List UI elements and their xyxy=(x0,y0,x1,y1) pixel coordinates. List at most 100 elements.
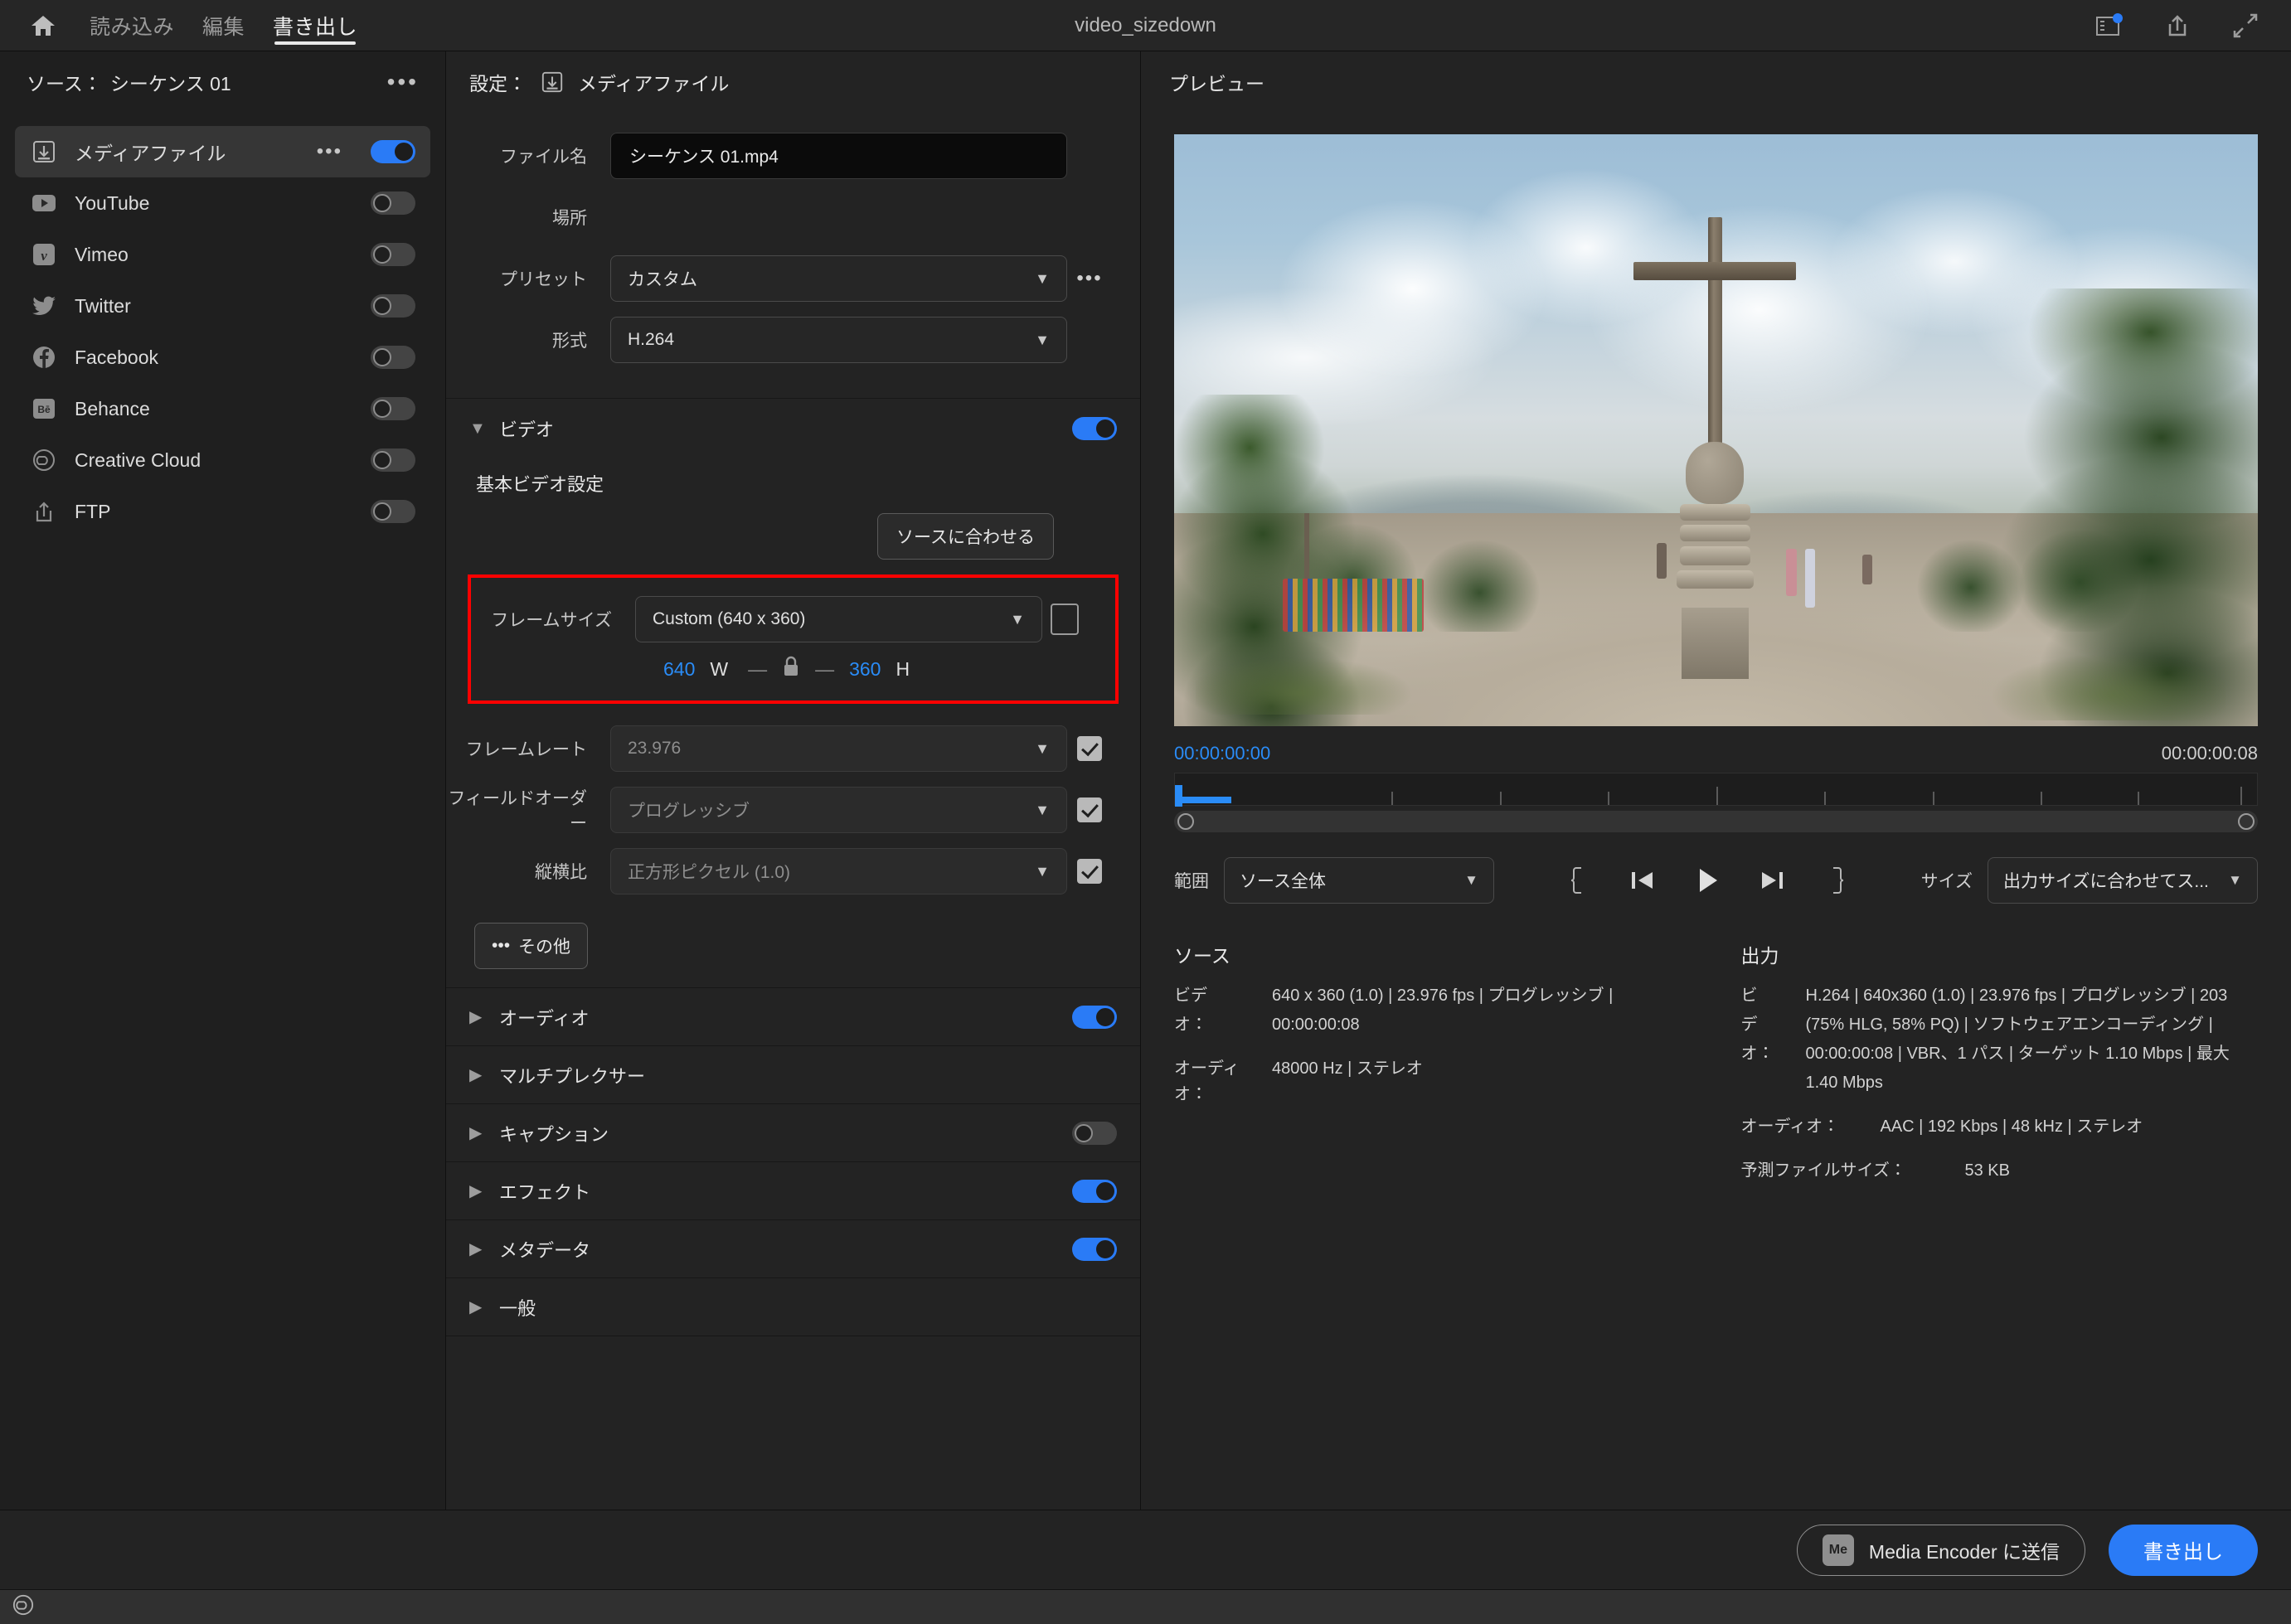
home-icon[interactable] xyxy=(25,7,61,44)
sidebar-item-twitter[interactable]: Twitter xyxy=(15,280,430,332)
section-metadata[interactable]: ▶ メタデータ xyxy=(446,1219,1140,1277)
range-select[interactable]: ソース全体 ▼ xyxy=(1224,857,1494,904)
chevron-right-icon: ▶ xyxy=(469,1008,483,1026)
premiere-export-window: 読み込み 編集 書き出し video_sizedown ソース： シーケンス 0… xyxy=(0,0,2291,1624)
format-select[interactable]: H.264 ▼ xyxy=(610,317,1067,363)
facebook-toggle[interactable] xyxy=(371,346,415,369)
step-back-icon[interactable] xyxy=(1623,860,1662,900)
size-value: 出力サイズに合わせてス... xyxy=(2003,872,2209,891)
field-order-select[interactable]: プログレッシブ ▼ xyxy=(610,787,1067,833)
export-button[interactable]: 書き出し xyxy=(2109,1524,2258,1576)
sidebar-item-creative-cloud[interactable]: Creative Cloud xyxy=(15,434,430,486)
out-point-icon[interactable] xyxy=(1817,860,1857,900)
timeline-scrollbar[interactable] xyxy=(1174,811,2258,832)
size-select[interactable]: 出力サイズに合わせてス... ▼ xyxy=(1988,857,2258,904)
pedestal-ring xyxy=(1676,570,1754,589)
youtube-toggle[interactable] xyxy=(371,191,415,215)
media-file-toggle[interactable] xyxy=(371,140,415,163)
media-file-options-menu[interactable]: ••• xyxy=(317,142,342,162)
match-source-button[interactable]: ソースに合わせる xyxy=(877,513,1054,560)
pedestal-ring xyxy=(1679,525,1750,542)
preset-select[interactable]: カスタム ▼ xyxy=(610,255,1067,302)
vimeo-toggle[interactable] xyxy=(371,243,415,266)
section-general[interactable]: ▶ 一般 xyxy=(446,1277,1140,1336)
sidebar-item-label: FTP xyxy=(75,500,111,522)
creative-cloud-toggle[interactable] xyxy=(371,448,415,472)
lock-closed-icon[interactable] xyxy=(782,656,800,682)
section-multiplexer[interactable]: ▶ マルチプレクサー xyxy=(446,1045,1140,1103)
frame-height-input[interactable]: 360 xyxy=(849,658,881,681)
transport-controls xyxy=(1558,860,1857,900)
video-section-toggle[interactable] xyxy=(1072,417,1117,440)
frame-rate-label: フレームレート xyxy=(465,740,587,759)
creative-cloud-icon[interactable] xyxy=(12,1594,35,1620)
timeline-handle-right[interactable] xyxy=(2238,813,2255,830)
video-section-header[interactable]: ▼ ビデオ xyxy=(446,399,1140,458)
tab-edit[interactable]: 編集 xyxy=(202,0,245,51)
basic-video-settings-label: 基本ビデオ設定 xyxy=(476,474,604,495)
creative-cloud-icon xyxy=(30,446,58,474)
preset-options-menu[interactable]: ••• xyxy=(1067,269,1112,288)
fullscreen-expand-icon[interactable] xyxy=(2228,8,2263,43)
range-label: 範囲 xyxy=(1174,872,1209,891)
match-source-row: ソースに合わせる xyxy=(446,505,1140,574)
frame-size-label: フレームサイズ xyxy=(491,611,612,630)
timeline-current-time[interactable]: 00:00:00:00 xyxy=(1174,743,1270,764)
video-section-title: ビデオ xyxy=(499,419,555,440)
frame-width-input[interactable]: 640 xyxy=(663,658,695,681)
timeline-range-bar xyxy=(1175,797,1231,803)
sidebar-item-ftp[interactable]: FTP xyxy=(15,486,430,537)
preview-panel: プレビュー 00:00:00:00 00:00:00:08 範囲 ソース全体 ▼… xyxy=(1141,51,2291,1510)
timeline-track[interactable] xyxy=(1174,773,2258,807)
effects-toggle[interactable] xyxy=(1072,1179,1117,1203)
sidebar-item-vimeo[interactable]: v Vimeo xyxy=(15,229,430,280)
settings-header: 設定： メディアファイル xyxy=(446,51,1140,113)
estimated-size-value: 53 KB xyxy=(1964,1161,2010,1180)
chevron-down-icon: ▼ xyxy=(1010,610,1025,628)
field-order-checkbox[interactable] xyxy=(1077,797,1102,822)
source-options-menu[interactable]: ••• xyxy=(387,70,419,94)
more-options-button[interactable]: ••• その他 xyxy=(474,923,589,969)
aspect-ratio-icon[interactable] xyxy=(1051,604,1079,635)
preview-controls: 範囲 ソース全体 ▼ サイズ 出力サイズに合わせてス... ▼ xyxy=(1141,832,2291,904)
estimated-size-key: 予測ファイルサイズ： xyxy=(1740,1161,1906,1180)
monument-pedestal xyxy=(1675,442,1755,679)
captions-toggle[interactable] xyxy=(1072,1121,1117,1145)
twitter-toggle[interactable] xyxy=(371,294,415,318)
frame-rate-checkbox[interactable] xyxy=(1077,736,1102,761)
metadata-toggle[interactable] xyxy=(1072,1237,1117,1261)
section-effects[interactable]: ▶ エフェクト xyxy=(446,1161,1140,1219)
cross-arm xyxy=(1633,261,1797,281)
step-forward-icon[interactable] xyxy=(1752,860,1792,900)
send-to-media-encoder-button[interactable]: Me Media Encoder に送信 xyxy=(1796,1524,2085,1576)
media-encoder-icon: Me xyxy=(1822,1534,1854,1566)
preview-video-frame[interactable] xyxy=(1174,134,2258,726)
sidebar-item-facebook[interactable]: Facebook xyxy=(15,332,430,383)
timeline-playhead[interactable] xyxy=(1175,785,1182,807)
more-row: ••• その他 xyxy=(446,906,1140,987)
section-audio[interactable]: ▶ オーディオ xyxy=(446,987,1140,1045)
vimeo-icon: v xyxy=(30,240,58,269)
sidebar-item-behance[interactable]: Bē Behance xyxy=(15,383,430,434)
play-icon[interactable] xyxy=(1687,860,1727,900)
tab-import[interactable]: 読み込み xyxy=(90,0,174,51)
frame-rate-select[interactable]: 23.976 ▼ xyxy=(610,725,1067,772)
filename-input[interactable]: シーケンス 01.mp4 xyxy=(610,133,1067,179)
aspect-select[interactable]: 正方形ピクセル (1.0) ▼ xyxy=(610,848,1067,894)
section-captions[interactable]: ▶ キャプション xyxy=(446,1103,1140,1161)
sidebar-item-youtube[interactable]: YouTube xyxy=(15,177,430,229)
aspect-checkbox[interactable] xyxy=(1077,859,1102,884)
audio-toggle[interactable] xyxy=(1072,1005,1117,1029)
output-video-key: ビ xyxy=(1740,987,1758,1005)
frame-size-row: フレームサイズ Custom (640 x 360) ▼ xyxy=(471,593,1115,646)
source-header: ソース： シーケンス 01 ••• xyxy=(0,51,445,113)
in-point-icon[interactable] xyxy=(1558,860,1598,900)
share-upload-icon[interactable] xyxy=(2160,8,2195,43)
ftp-toggle[interactable] xyxy=(371,500,415,523)
frame-size-select[interactable]: Custom (640 x 360) ▼ xyxy=(635,596,1042,642)
behance-toggle[interactable] xyxy=(371,397,415,420)
sidebar-item-media-file[interactable]: メディアファイル ••• xyxy=(15,126,430,177)
timeline-handle-left[interactable] xyxy=(1177,813,1194,830)
workspace-panel-icon[interactable] xyxy=(2092,8,2127,43)
tab-export[interactable]: 書き出し xyxy=(273,0,357,51)
